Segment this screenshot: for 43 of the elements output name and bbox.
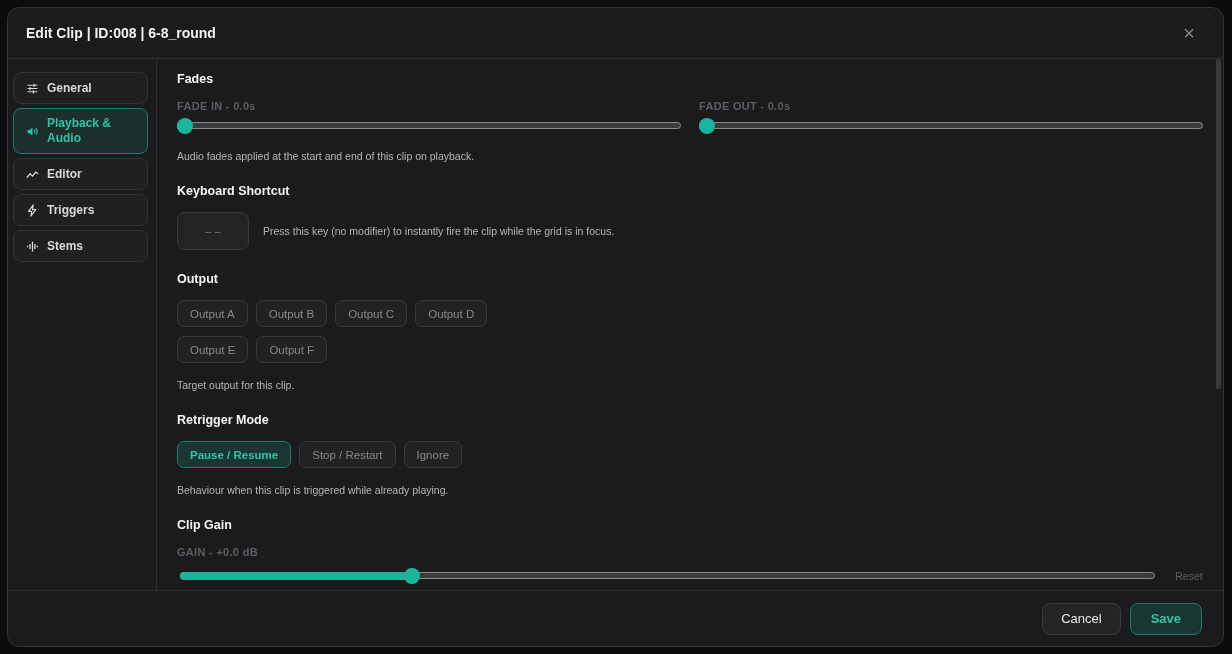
slider-track[interactable] [699, 118, 1203, 134]
slider-label: FADE OUT - 0.0s [699, 100, 792, 112]
sidebar-item[interactable]: Playback & Audio [13, 108, 148, 154]
slider-track[interactable] [177, 118, 681, 134]
slider-thumb[interactable] [699, 118, 715, 134]
speaker-icon [26, 124, 39, 138]
section-heading: Output [177, 272, 219, 286]
bolt-icon [26, 203, 39, 217]
option-button[interactable]: Output B [255, 300, 328, 327]
hint-text: Audio fades applied at the start and end of this clip on playback. [177, 150, 476, 162]
hint-text: Behaviour when this clip is triggered while already playing. [177, 484, 450, 496]
sidebar-item[interactable]: Stems [13, 230, 148, 262]
sidebar-item[interactable]: General [13, 72, 148, 104]
section-heading: Fades [177, 72, 215, 86]
wave-icon [26, 239, 39, 253]
shortcut-key-field[interactable]: – – [177, 212, 249, 250]
hint-text: Target output for this clip. [177, 379, 296, 391]
hint-text: Press this key (no modifier) to instantly fire the clip while the grid is in focus. [263, 225, 615, 237]
option-button[interactable]: Ignore [403, 441, 463, 468]
sidebar-item[interactable]: Triggers [13, 194, 148, 226]
option-button[interactable]: Output C [335, 300, 408, 327]
dialog-title: Edit Clip | ID:008 | 6-8_round [26, 25, 216, 41]
save-button[interactable]: Save [1129, 602, 1202, 635]
section-heading: Keyboard Shortcut [177, 184, 291, 198]
slider-label: GAIN - +0.0 dB [177, 546, 259, 558]
slider-thumb[interactable] [404, 568, 421, 584]
option-button[interactable]: Output D [415, 300, 488, 327]
scrollbar[interactable] [1216, 59, 1221, 389]
sliders-icon [26, 81, 39, 95]
option-button[interactable]: Output E [177, 336, 249, 363]
cancel-button[interactable]: Cancel [1042, 602, 1121, 635]
section-heading: Retrigger Mode [177, 413, 270, 427]
option-button[interactable]: Output A [177, 300, 248, 327]
slider-thumb[interactable] [177, 118, 193, 134]
option-button[interactable]: Stop / Restart [299, 441, 396, 468]
close-button[interactable]: × [1183, 21, 1195, 45]
section-heading: Clip Gain [177, 518, 233, 532]
option-button[interactable]: Pause / Resume [177, 441, 292, 468]
slider-track[interactable] [180, 568, 1155, 584]
reset-button[interactable]: Reset [1175, 570, 1203, 582]
slider-label: FADE IN - 0.0s [177, 100, 257, 112]
option-button[interactable]: Output F [256, 336, 328, 363]
sidebar-item[interactable]: Editor [13, 158, 148, 190]
